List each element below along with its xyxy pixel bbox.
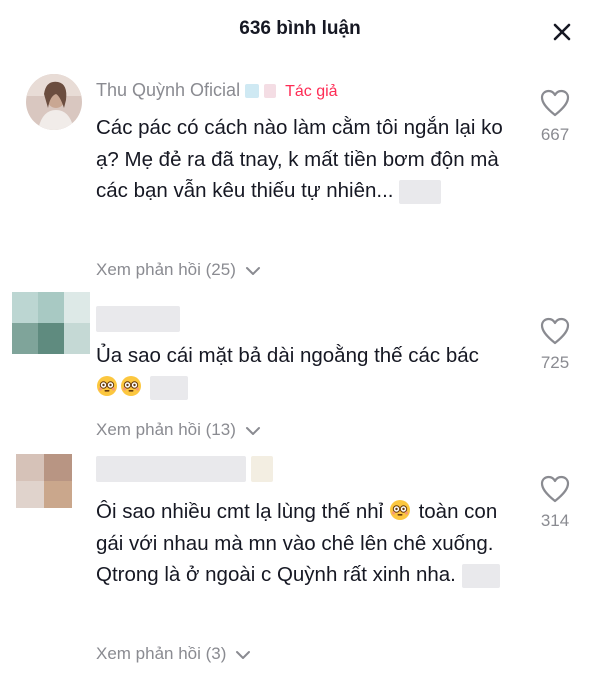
- comment-text-content: Các pác có cách nào làm cằm tôi ngắn lại…: [96, 116, 503, 202]
- flushed-face-emoji: [97, 375, 117, 396]
- avatar[interactable]: [12, 292, 90, 362]
- like-count: 314: [540, 511, 570, 530]
- blurred-username: [96, 306, 180, 332]
- comment-username[interactable]: [96, 306, 180, 332]
- comment-text-content: Ủa sao cái mặt bả dài ngoằng thế các bác: [96, 344, 479, 367]
- author-badge: Tác giả: [285, 83, 338, 100]
- heart-icon[interactable]: [539, 474, 571, 504]
- heart-icon[interactable]: [539, 316, 571, 346]
- avatar-image: [26, 74, 82, 130]
- flushed-face-emoji: [389, 500, 410, 520]
- view-replies-label[interactable]: Xem phản hồi (13): [96, 420, 236, 439]
- comment-text: Ủa sao cái mặt bả dài ngoằng thế các bác: [96, 340, 496, 403]
- heart-icon[interactable]: [539, 88, 571, 118]
- comment-text-line1: Ôi sao nhiều cmt lạ lùng thế nhỉ: [96, 500, 384, 523]
- chevron-down-icon[interactable]: [245, 425, 261, 437]
- comment-text: Ôi sao nhiều cmt lạ lùng thế nhỉ toàn co…: [96, 496, 526, 591]
- avatar[interactable]: [18, 70, 88, 140]
- verified-badge-blurred: [245, 84, 260, 99]
- comment-item: Thu Quỳnh Oficial Tác giả Các pác có các…: [0, 70, 600, 280]
- view-replies-label[interactable]: Xem phản hồi (3): [96, 644, 226, 663]
- flushed-face-emoji: [121, 375, 141, 396]
- avatar-image-blurred: [16, 454, 94, 516]
- comments-header: 636 bình luận: [0, 0, 600, 62]
- close-icon[interactable]: [546, 16, 578, 48]
- blurred-username: [96, 456, 246, 482]
- blurred-emoji: [461, 563, 500, 588]
- avatar[interactable]: [16, 454, 86, 524]
- blurred-emoji: [399, 179, 442, 204]
- comment-username[interactable]: [96, 456, 274, 482]
- like-button[interactable]: 667: [528, 88, 582, 145]
- blurred-emoji: [264, 84, 277, 99]
- close-button[interactable]: [546, 16, 578, 48]
- view-replies-button[interactable]: Xem phản hồi (13): [96, 420, 261, 440]
- view-replies-button[interactable]: Xem phản hồi (25): [96, 260, 261, 280]
- view-replies-button[interactable]: Xem phản hồi (3): [96, 644, 251, 664]
- comment-text: Các pác có cách nào làm cằm tôi ngắn lại…: [96, 112, 526, 207]
- blurred-emoji: [149, 376, 188, 401]
- like-count: 667: [540, 125, 570, 144]
- chevron-down-icon[interactable]: [245, 265, 261, 277]
- like-button[interactable]: 314: [528, 474, 582, 531]
- comment-count-title: 636 bình luận: [239, 18, 361, 39]
- chevron-down-icon[interactable]: [235, 649, 251, 661]
- comment-username[interactable]: Thu Quỳnh Oficial Tác giả: [96, 80, 338, 101]
- blurred-emoji: [251, 456, 274, 482]
- username-text[interactable]: Thu Quỳnh Oficial: [96, 80, 240, 100]
- view-replies-label[interactable]: Xem phản hồi (25): [96, 260, 236, 279]
- like-button[interactable]: 725: [528, 316, 582, 373]
- comment-item: Ôi sao nhiều cmt lạ lùng thế nhỉ toàn co…: [0, 454, 600, 674]
- like-count: 725: [540, 353, 570, 372]
- avatar-image-blurred: [12, 292, 90, 354]
- comment-item: Ủa sao cái mặt bả dài ngoằng thế các bác…: [0, 292, 600, 452]
